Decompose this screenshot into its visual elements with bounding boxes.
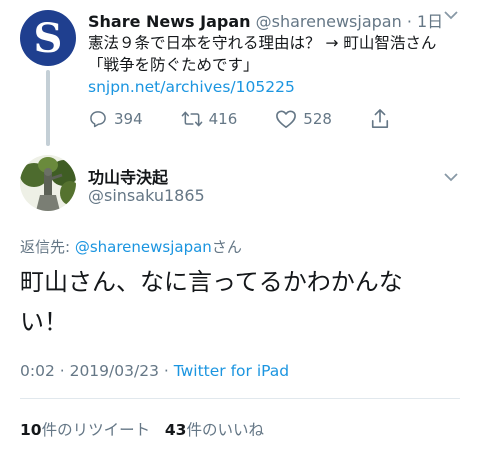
tweet-timestamp[interactable]: 0:02 · 2019/03/23 · xyxy=(20,362,174,380)
tweet-source[interactable]: Twitter for iPad xyxy=(174,362,289,380)
retweet-count: 416 xyxy=(208,110,238,128)
avatar-letter: S xyxy=(33,14,63,62)
chevron-down-icon[interactable] xyxy=(444,170,458,186)
tweet-actions: 394 416 528 xyxy=(88,108,418,130)
author-handle[interactable]: @sinsaku1865 xyxy=(88,186,205,205)
share-button[interactable] xyxy=(370,108,396,130)
retweet-button[interactable]: 416 xyxy=(181,109,238,129)
author-name[interactable]: Share News Japan xyxy=(88,12,251,31)
tweet-text: 町山さん、なに言ってるかわかんない！ xyxy=(20,268,403,336)
divider xyxy=(20,398,460,399)
like-stat-value: 43 xyxy=(164,421,187,439)
retweet-icon xyxy=(181,111,202,127)
avatar[interactable]: S xyxy=(20,10,76,66)
like-stat[interactable]: 43件のいいね xyxy=(165,421,264,439)
reply-prefix: 返信先: xyxy=(20,238,75,256)
retweet-stat-value: 10 xyxy=(20,421,42,439)
tweet-time[interactable]: 1日 xyxy=(417,12,443,31)
share-icon xyxy=(371,109,389,128)
reply-context: 返信先: @sharenewsjapanさん xyxy=(20,236,242,257)
heart-icon xyxy=(276,110,297,128)
tweet-stats: 10件のリツイート 43件のいいね xyxy=(20,418,264,440)
author-handle[interactable]: @sharenewsjapan xyxy=(256,12,402,31)
chevron-down-icon[interactable] xyxy=(444,8,458,24)
statue-avatar-image xyxy=(20,155,76,211)
tweet-text: 憲法９条で日本を守れる理由は？ → 町山智浩さん「戦争を防ぐためです」 snjp… xyxy=(88,32,448,98)
tweet-link[interactable]: snjpn.net/archives/105225 xyxy=(88,78,295,96)
like-count: 528 xyxy=(303,110,332,128)
reply-button[interactable]: 394 xyxy=(88,109,143,129)
reply-count: 394 xyxy=(114,110,143,128)
tweet-body: 憲法９条で日本を守れる理由は？ → 町山智浩さん「戦争を防ぐためです」 xyxy=(88,34,437,74)
author-name[interactable]: 功山寺決起 xyxy=(88,164,168,188)
tweet-meta: 0:02 · 2019/03/23 · Twitter for iPad xyxy=(20,362,289,380)
reply-icon xyxy=(90,111,106,128)
thread-line xyxy=(46,70,50,146)
time-separator: · xyxy=(401,12,417,31)
like-button[interactable]: 528 xyxy=(275,109,332,129)
reply-to-link[interactable]: @sharenewsjapan xyxy=(75,238,212,256)
retweet-stat[interactable]: 10件のリツイート xyxy=(20,421,150,439)
avatar[interactable] xyxy=(20,155,76,211)
like-stat-label: 件のいいね xyxy=(186,421,264,439)
tweet-header: Share News Japan @sharenewsjapan · 1日 xyxy=(88,8,443,32)
reply-suffix: さん xyxy=(211,238,242,256)
retweet-stat-label: 件のリツイート xyxy=(41,421,151,439)
